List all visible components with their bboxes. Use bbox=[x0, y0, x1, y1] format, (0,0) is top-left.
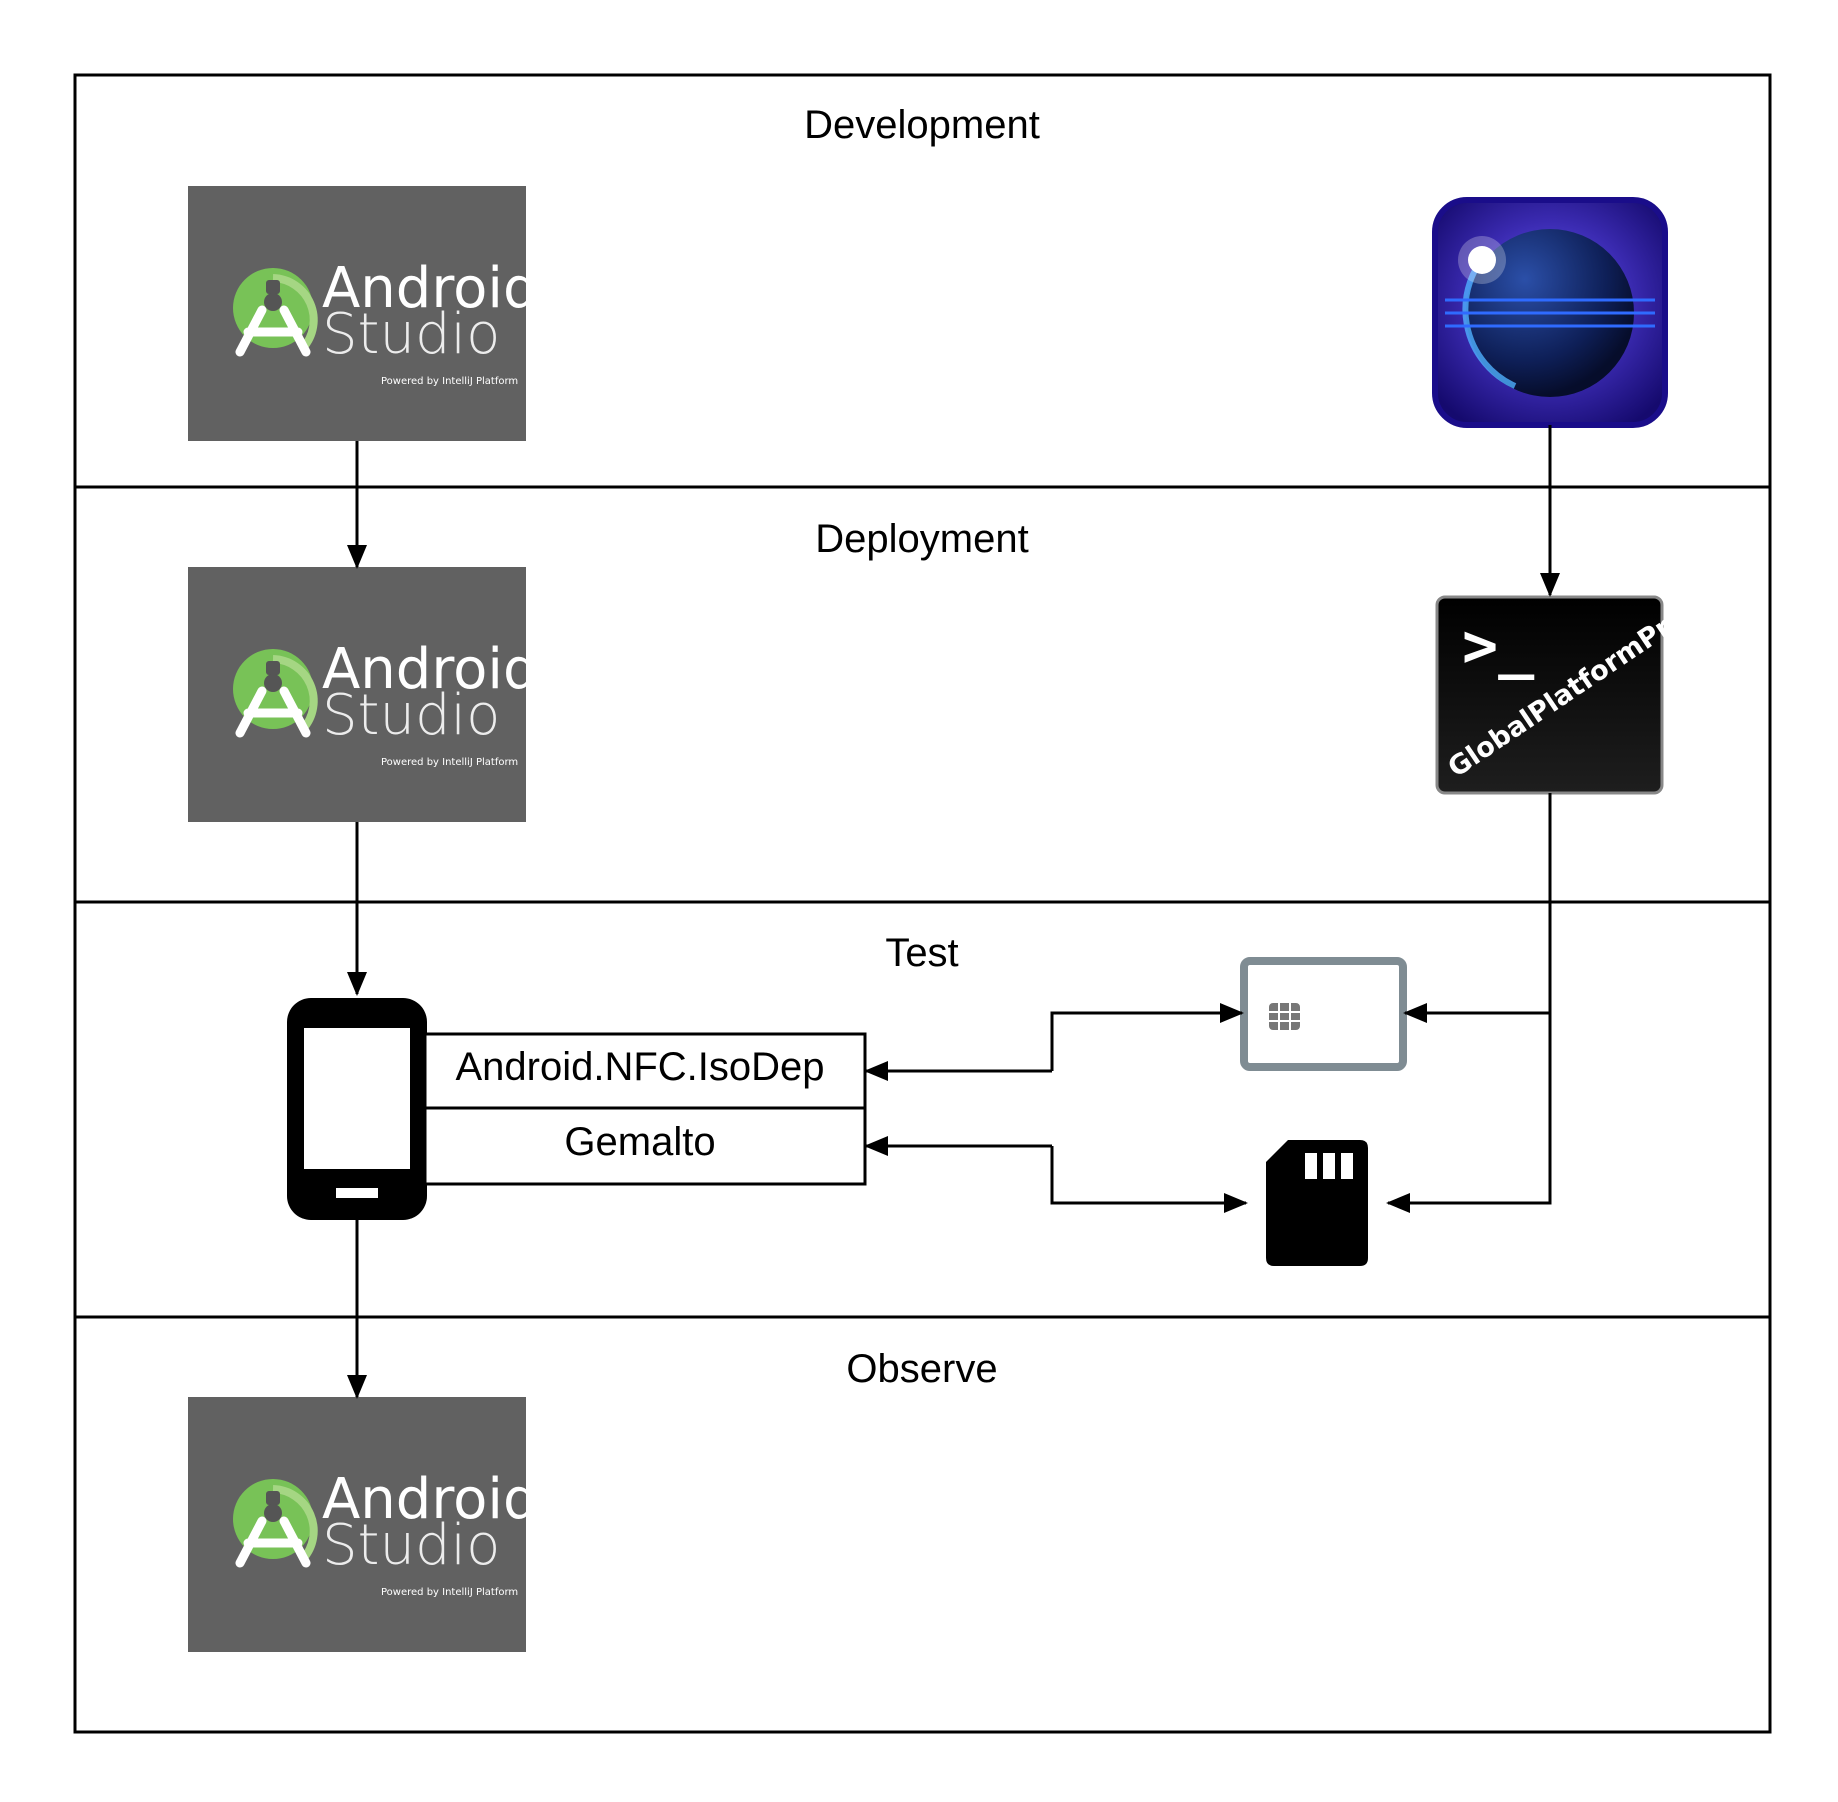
edge-gemalto-to-sim bbox=[1050, 1146, 1248, 1213]
eclipse-icon bbox=[1432, 197, 1668, 428]
android-studio-tagline: Powered by IntelliJ Platform bbox=[381, 757, 518, 768]
sim-card-icon bbox=[1266, 1140, 1368, 1266]
android-studio-logo-deployment: Android Studio Powered by IntelliJ Platf… bbox=[188, 567, 539, 822]
api-isodep-label: Android.NFC.IsoDep bbox=[455, 1045, 824, 1089]
edge-gpp-to-sim bbox=[1386, 1013, 1552, 1213]
smartphone-icon bbox=[287, 998, 427, 1220]
globalplatformpro-icon: >_ GlobalPlatformPro bbox=[1435, 595, 1692, 795]
lane-title-test: Test bbox=[885, 931, 958, 975]
android-studio-tagline: Powered by IntelliJ Platform bbox=[381, 1587, 518, 1598]
android-studio-logo-observe: Android Studio Powered by IntelliJ Platf… bbox=[188, 1397, 539, 1652]
lane-title-development: Development bbox=[804, 103, 1040, 147]
api-stack: Android.NFC.IsoDep Gemalto bbox=[423, 1032, 867, 1186]
android-studio-tagline: Powered by IntelliJ Platform bbox=[381, 376, 518, 387]
smart-card-icon bbox=[1240, 957, 1407, 1071]
android-studio-line2: Studio bbox=[322, 1513, 500, 1578]
android-studio-line2: Studio bbox=[322, 302, 500, 367]
lane-title-deployment: Deployment bbox=[815, 517, 1028, 561]
edge-isodep-to-smartcard bbox=[1050, 1003, 1244, 1071]
api-gemalto-label: Gemalto bbox=[564, 1120, 715, 1164]
android-studio-logo-development: Android Studio Powered by IntelliJ Platf… bbox=[188, 186, 539, 441]
gp-prompt: >_ bbox=[1462, 611, 1535, 681]
deployment-pipeline-diagram: Development Deployment Test Observe Andr… bbox=[73, 73, 1772, 1734]
lane-title-observe: Observe bbox=[846, 1347, 997, 1391]
android-studio-line2: Studio bbox=[322, 683, 500, 748]
